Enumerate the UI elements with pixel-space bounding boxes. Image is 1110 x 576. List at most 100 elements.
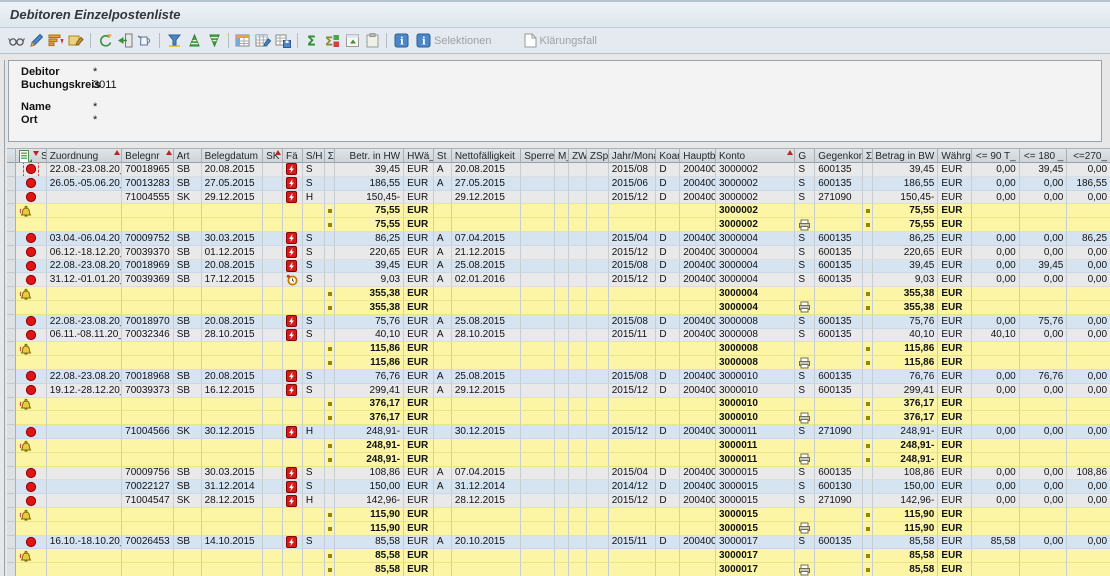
cell-sig1[interactable] bbox=[325, 260, 335, 274]
cell-waehrg[interactable]: EUR bbox=[938, 384, 972, 398]
cell-zw[interactable] bbox=[569, 301, 587, 315]
subtotals-icon[interactable]: Σ bbox=[322, 32, 342, 50]
cell-gegenkonto[interactable]: 271090 bbox=[815, 191, 863, 205]
cell-gegenkonto[interactable] bbox=[815, 287, 863, 301]
cell-st[interactable] bbox=[16, 425, 47, 439]
cell-sig2[interactable] bbox=[863, 315, 873, 329]
cell-t90[interactable]: 0,00 bbox=[972, 177, 1020, 191]
cell-sk[interactable] bbox=[263, 508, 283, 522]
cell-waehrg[interactable]: EUR bbox=[938, 204, 972, 218]
cell-m[interactable] bbox=[555, 425, 569, 439]
cell-belegnr[interactable]: 70022127 bbox=[122, 480, 174, 494]
cell-jahrmonat[interactable]: 2015/12 bbox=[609, 494, 657, 508]
subtotal-row[interactable]: 115,86EUR3000008115,86EUR bbox=[7, 342, 1110, 356]
cell-t270[interactable]: 0,00 bbox=[1067, 163, 1110, 177]
cell-koart[interactable] bbox=[656, 508, 680, 522]
cell-sk[interactable] bbox=[263, 356, 283, 370]
cell-gegenkonto[interactable] bbox=[815, 204, 863, 218]
total-row[interactable]: 376,17EUR3000010376,17EUR bbox=[7, 411, 1110, 425]
cell-t90[interactable]: 85,58 bbox=[972, 536, 1020, 550]
cell-belegnr[interactable] bbox=[122, 453, 174, 467]
cell-sh[interactable]: S bbox=[303, 370, 325, 384]
cell-betrag_bw[interactable]: 186,55 bbox=[873, 177, 938, 191]
cell-fa[interactable] bbox=[283, 398, 303, 412]
cell-zw[interactable] bbox=[569, 246, 587, 260]
cell-g[interactable] bbox=[795, 508, 815, 522]
cell-waehrg[interactable]: EUR bbox=[938, 549, 972, 563]
cell-gegenkonto[interactable]: 600135 bbox=[815, 273, 863, 287]
cell-st[interactable] bbox=[16, 356, 47, 370]
cell-zuordnung[interactable] bbox=[47, 425, 122, 439]
cell-st[interactable] bbox=[16, 287, 47, 301]
cell-hauptb[interactable]: 200400 bbox=[680, 260, 716, 274]
cell-belegnr[interactable]: 70039370 bbox=[122, 246, 174, 260]
cell-fa[interactable] bbox=[283, 204, 303, 218]
cell-belegdatum[interactable]: 28.10.2015 bbox=[202, 329, 264, 343]
cell-betrag_bw[interactable]: 355,38 bbox=[873, 301, 938, 315]
subtotal-row[interactable]: 85,58EUR300001785,58EUR bbox=[7, 549, 1110, 563]
cell-zw[interactable] bbox=[569, 563, 587, 576]
cell-betr_hw[interactable]: 186,55 bbox=[335, 177, 404, 191]
cell-m[interactable] bbox=[555, 204, 569, 218]
cell-betr_hw[interactable]: 108,86 bbox=[335, 467, 404, 481]
cell-sig2[interactable] bbox=[863, 287, 873, 301]
cell-sperre[interactable] bbox=[521, 273, 555, 287]
column-header-zw[interactable]: ZW bbox=[569, 148, 587, 163]
cell-st[interactable] bbox=[16, 467, 47, 481]
cell-koart[interactable] bbox=[656, 439, 680, 453]
cell-konto[interactable]: 3000011 bbox=[716, 425, 795, 439]
cell-zw[interactable] bbox=[569, 204, 587, 218]
cell-sperre[interactable] bbox=[521, 411, 555, 425]
cell-waehrg[interactable]: EUR bbox=[938, 494, 972, 508]
cell-zuordnung[interactable] bbox=[47, 439, 122, 453]
cell-t180[interactable]: 0,00 bbox=[1020, 384, 1068, 398]
cell-zuordnung[interactable] bbox=[47, 356, 122, 370]
cell-belegnr[interactable] bbox=[122, 218, 174, 232]
cell-t270[interactable]: 0,00 bbox=[1067, 246, 1110, 260]
cell-t270[interactable]: 0,00 bbox=[1067, 315, 1110, 329]
cell-t90[interactable]: 0,00 bbox=[972, 232, 1020, 246]
cell-sig1[interactable] bbox=[325, 508, 335, 522]
cell-st2[interactable] bbox=[434, 439, 452, 453]
cell-art[interactable] bbox=[174, 301, 202, 315]
cell-konto[interactable]: 3000010 bbox=[716, 398, 795, 412]
cell-g[interactable]: S bbox=[795, 329, 815, 343]
cell-art[interactable] bbox=[174, 563, 202, 576]
cell-koart[interactable]: D bbox=[656, 232, 680, 246]
cell-hauptb[interactable] bbox=[680, 522, 716, 536]
table-row[interactable]: 06.12.-18.12.20_70039370SB01.12.2015S220… bbox=[7, 246, 1110, 260]
cell-betrag_bw[interactable]: 85,58 bbox=[873, 549, 938, 563]
cell-t90[interactable] bbox=[972, 439, 1020, 453]
cell-st2[interactable] bbox=[434, 425, 452, 439]
cell-waehrg[interactable]: EUR bbox=[938, 508, 972, 522]
cell-t180[interactable] bbox=[1020, 439, 1068, 453]
cell-betrag_bw[interactable]: 115,86 bbox=[873, 342, 938, 356]
cell-art[interactable]: SB bbox=[174, 384, 202, 398]
column-header-sh[interactable]: S/H bbox=[303, 148, 325, 163]
cell-art[interactable] bbox=[174, 439, 202, 453]
cell-waehrg[interactable]: EUR bbox=[938, 232, 972, 246]
cell-belegnr[interactable]: 70018968 bbox=[122, 370, 174, 384]
cell-gegenkonto[interactable] bbox=[815, 453, 863, 467]
cell-gegenkonto[interactable]: 600135 bbox=[815, 329, 863, 343]
row-selector[interactable] bbox=[7, 508, 16, 522]
cell-t270[interactable] bbox=[1067, 508, 1110, 522]
cell-sperre[interactable] bbox=[521, 398, 555, 412]
cell-belegnr[interactable] bbox=[122, 522, 174, 536]
cell-koart[interactable] bbox=[656, 522, 680, 536]
cell-sperre[interactable] bbox=[521, 191, 555, 205]
cell-konto[interactable]: 3000017 bbox=[716, 536, 795, 550]
cell-belegdatum[interactable]: 20.08.2015 bbox=[202, 315, 264, 329]
cell-st2[interactable]: A bbox=[434, 260, 452, 274]
cell-betr_hw[interactable]: 39,45 bbox=[335, 163, 404, 177]
cell-fa[interactable] bbox=[283, 177, 303, 191]
cell-zw[interactable] bbox=[569, 315, 587, 329]
cell-t270[interactable]: 0,00 bbox=[1067, 536, 1110, 550]
cell-st[interactable] bbox=[16, 260, 47, 274]
cell-st[interactable] bbox=[16, 218, 47, 232]
cell-st[interactable] bbox=[16, 549, 47, 563]
column-header-st[interactable]: St bbox=[16, 148, 47, 163]
cell-betrag_bw[interactable]: 376,17 bbox=[873, 398, 938, 412]
cell-m[interactable] bbox=[555, 301, 569, 315]
column-header-koart[interactable]: Koart bbox=[656, 148, 680, 163]
